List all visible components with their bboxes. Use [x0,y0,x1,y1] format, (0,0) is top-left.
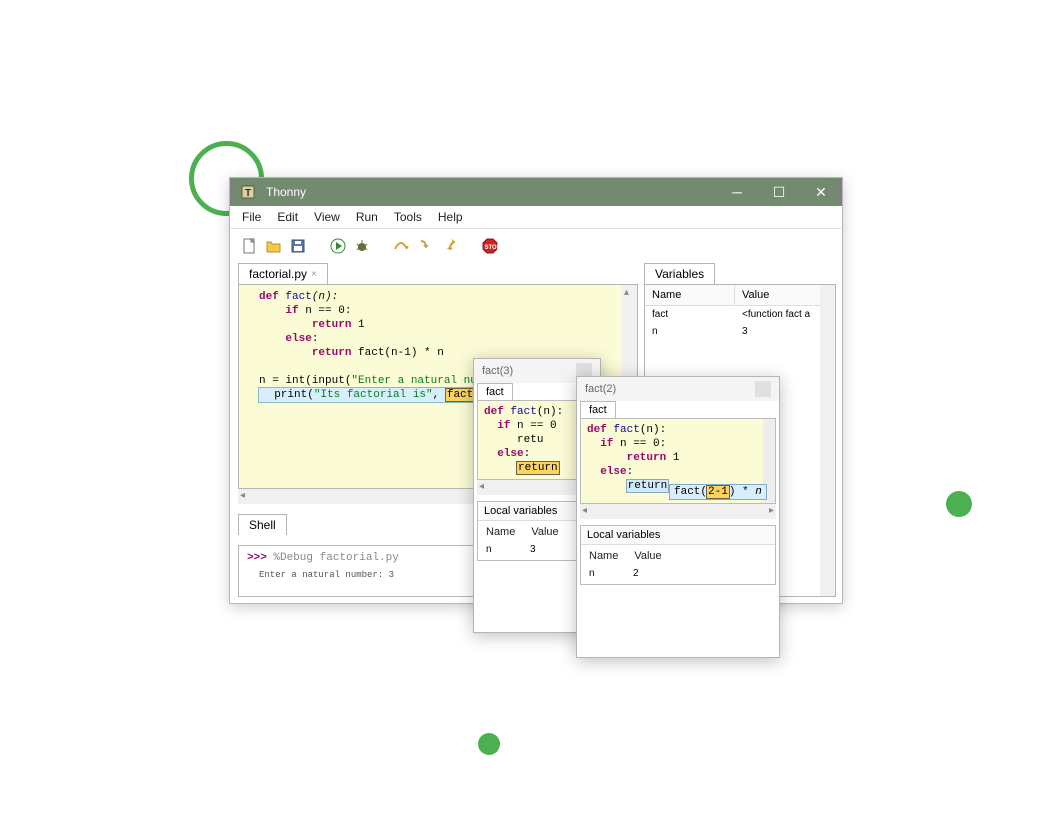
local-vars-header: NameValue [581,547,775,565]
menu-tools[interactable]: Tools [386,207,430,227]
svg-text:STOP: STOP [485,245,499,251]
eval-tooltip: fact(2-1) * n [669,484,767,500]
titlebar: T Thonny ─ ☐ ✕ [230,178,842,206]
maximize-button[interactable]: ☐ [758,178,800,206]
variables-header: Name Value [645,285,835,306]
menu-run[interactable]: Run [348,207,386,227]
step-over-icon[interactable] [392,236,412,256]
shell-tab-label: Shell [249,518,276,532]
popup-title: fact(3) [482,365,513,377]
local-variables-panel: Local variables NameValue n2 [580,525,776,585]
step-out-icon[interactable] [440,236,460,256]
decorative-dot [478,733,500,755]
variables-tab[interactable]: Variables [644,263,715,284]
menubar: File Edit View Run Tools Help [230,206,842,229]
variables-col-name: Name [645,285,735,305]
app-icon: T [236,180,260,204]
variables-tab-label: Variables [655,267,704,281]
variables-col-value: Value [735,285,776,305]
menu-help[interactable]: Help [430,207,471,227]
stop-icon[interactable]: STOP [480,236,500,256]
new-file-icon[interactable] [240,236,260,256]
save-file-icon[interactable] [288,236,308,256]
close-button[interactable]: ✕ [800,178,842,206]
open-file-icon[interactable] [264,236,284,256]
step-into-icon[interactable] [416,236,436,256]
debug-icon[interactable] [352,236,372,256]
editor-tab-label: factorial.py [249,267,307,281]
popup-close-icon[interactable] [755,381,771,397]
local-variables-title: Local variables [581,526,775,545]
minimize-button[interactable]: ─ [716,178,758,206]
menu-view[interactable]: View [306,207,348,227]
frame-horizontal-scrollbar[interactable] [580,504,776,519]
frame-function-tab[interactable]: fact [477,383,513,400]
menu-edit[interactable]: Edit [269,207,306,227]
app-title: Thonny [266,185,716,199]
run-icon[interactable] [328,236,348,256]
variable-row[interactable]: n 3 [645,323,835,340]
close-tab-icon[interactable]: × [311,269,317,280]
frame-function-tab[interactable]: fact [580,401,616,418]
local-var-row[interactable]: n2 [581,565,775,582]
variable-row[interactable]: fact <function fact a [645,306,835,323]
svg-text:T: T [245,188,251,199]
popup-titlebar[interactable]: fact(2) [577,377,779,401]
decorative-dot [946,491,972,517]
menu-file[interactable]: File [234,207,269,227]
toolbar: STOP [230,229,842,263]
debug-frame-popup: fact(2) fact def fact(n): if n == 0: ret… [576,376,780,658]
shell-tab[interactable]: Shell [238,514,287,535]
popup-title: fact(2) [585,383,616,395]
editor-tab[interactable]: factorial.py × [238,263,328,284]
variables-scrollbar[interactable] [820,285,835,596]
